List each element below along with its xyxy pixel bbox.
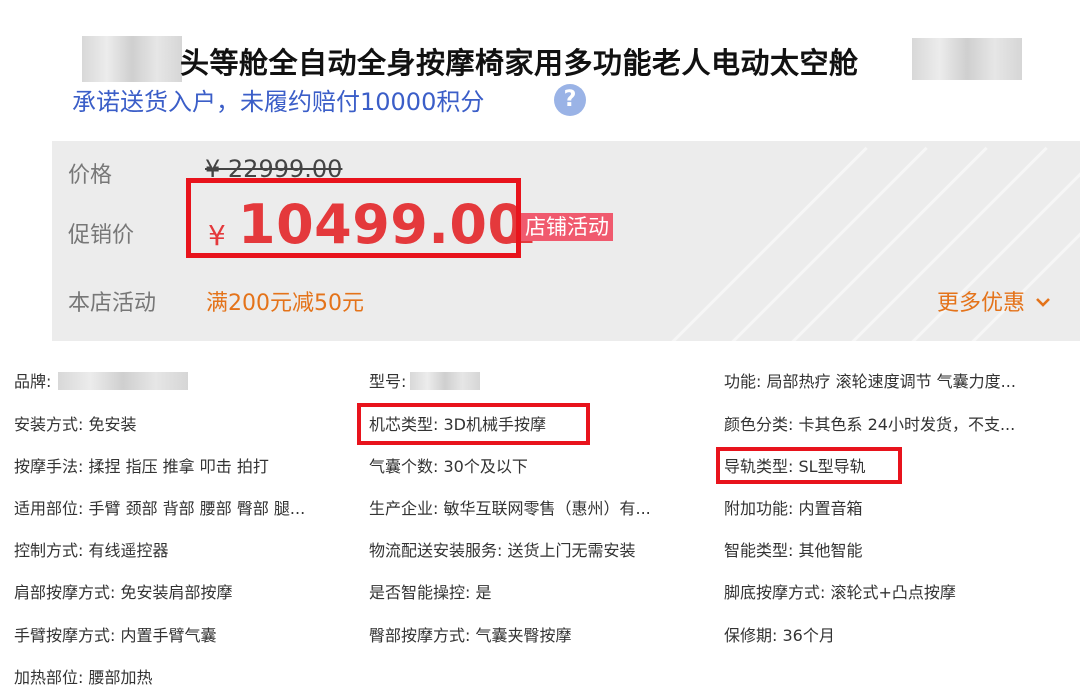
blurred-title-prefix <box>82 36 182 82</box>
attribute-item: 适用部位: 手臂 颈部 背部 腰部 臀部 腿... <box>14 499 306 518</box>
original-price: ¥ 22999.00 <box>205 155 343 183</box>
blurred-brand-value <box>58 372 188 390</box>
attribute-item: 加热部位: 腰部加热 <box>14 668 153 687</box>
attribute-item: 功能: 局部热疗 滚轮速度调节 气囊力度... <box>724 372 1016 391</box>
more-offers-label: 更多优惠 <box>937 291 1026 316</box>
attribute-item: 是否智能操控: 是 <box>369 583 492 602</box>
attribute-item: 气囊个数: 30个及以下 <box>369 457 528 476</box>
chevron-down-icon <box>1034 292 1052 317</box>
attribute-item: 物流配送安装服务: 送货上门无需安装 <box>369 541 636 560</box>
discount-offer[interactable]: 满200元减50元 <box>206 285 364 317</box>
attribute-item: 控制方式: 有线遥控器 <box>14 541 169 560</box>
attribute-item: 智能类型: 其他智能 <box>724 541 863 560</box>
sale-price: 10499.00 <box>238 193 526 256</box>
attribute-item: 保修期: 36个月 <box>724 626 835 645</box>
attribute-item: 脚底按摩方式: 滚轮式+凸点按摩 <box>724 583 956 602</box>
sale-currency: ¥ <box>208 219 226 252</box>
attribute-item: 附加功能: 内置音箱 <box>724 499 863 518</box>
attribute-item: 颜色分类: 卡其色系 24小时发货，不支... <box>724 415 1016 434</box>
attribute-item: 品牌: <box>14 372 52 391</box>
blurred-model-value <box>410 372 480 390</box>
attribute-item: 导轨类型: SL型导轨 <box>724 457 866 476</box>
product-title: 头等舱全自动全身按摩椅家用多功能老人电动太空舱 <box>180 46 859 80</box>
shop-activity-tag[interactable]: 店铺活动 <box>521 213 613 241</box>
attribute-item: 手臂按摩方式: 内置手臂气囊 <box>14 626 217 645</box>
attribute-item: 臀部按摩方式: 气囊夹臀按摩 <box>369 626 572 645</box>
attribute-item: 型号: <box>369 372 407 391</box>
attribute-item: 肩部按摩方式: 免安装肩部按摩 <box>14 583 233 602</box>
delivery-promise[interactable]: 承诺送货入户，未履约赔付10000积分 <box>72 82 484 117</box>
price-panel: 价格 ¥ 22999.00 促销价 ¥ 10499.00 上 店铺活动 本店活动… <box>52 141 1080 341</box>
attribute-item: 按摩手法: 揉捏 指压 推拿 叩击 拍打 <box>14 457 269 476</box>
attribute-item: 生产企业: 敏华互联网零售（惠州）有... <box>369 499 651 518</box>
price-label: 价格 <box>68 163 113 188</box>
blurred-title-suffix <box>912 38 1022 80</box>
more-offers-button[interactable]: 更多优惠 <box>937 285 1052 317</box>
question-circle-icon[interactable]: ? <box>554 84 586 116</box>
attribute-item: 安装方式: 免安装 <box>14 415 137 434</box>
attribute-item: 机芯类型: 3D机械手按摩 <box>369 415 547 434</box>
sale-price-label: 促销价 <box>68 223 135 248</box>
shop-activity-label: 本店活动 <box>68 291 157 316</box>
